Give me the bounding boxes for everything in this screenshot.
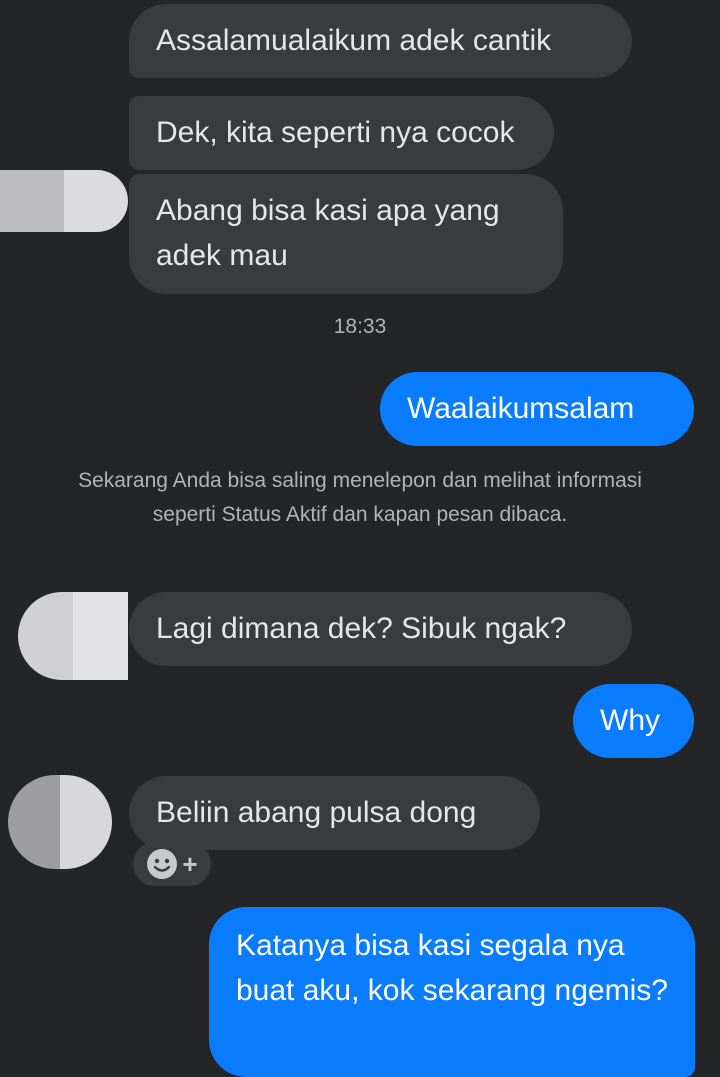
smiley-icon — [147, 849, 178, 879]
incoming-message-bubble[interactable]: Abang bisa kasi apa yang adek mau — [129, 174, 563, 294]
outgoing-message-bubble[interactable]: Why — [573, 684, 694, 758]
incoming-message-bubble[interactable]: Assalamualaikum adek cantik — [129, 4, 632, 78]
timestamp: 18:33 — [333, 315, 387, 338]
sender-avatar[interactable] — [8, 775, 112, 869]
incoming-message-bubble[interactable]: Dek, kita seperti nya cocok — [129, 96, 554, 170]
incoming-message-bubble[interactable]: Beliin abang pulsa dong — [129, 776, 540, 850]
sender-avatar[interactable] — [18, 592, 128, 680]
system-notice: Sekarang Anda bisa saling menelepon dan … — [78, 469, 642, 526]
plus-icon: + — [182, 849, 198, 879]
sender-avatar[interactable] — [0, 170, 128, 232]
outgoing-message-bubble[interactable]: Katanya bisa kasi segala nya buat aku, k… — [209, 907, 695, 1077]
incoming-message-bubble[interactable]: Lagi dimana dek? Sibuk ngak? — [129, 592, 632, 666]
outgoing-message-bubble[interactable]: Waalaikumsalam — [380, 372, 694, 446]
add-reaction-button[interactable]: + — [133, 842, 211, 886]
